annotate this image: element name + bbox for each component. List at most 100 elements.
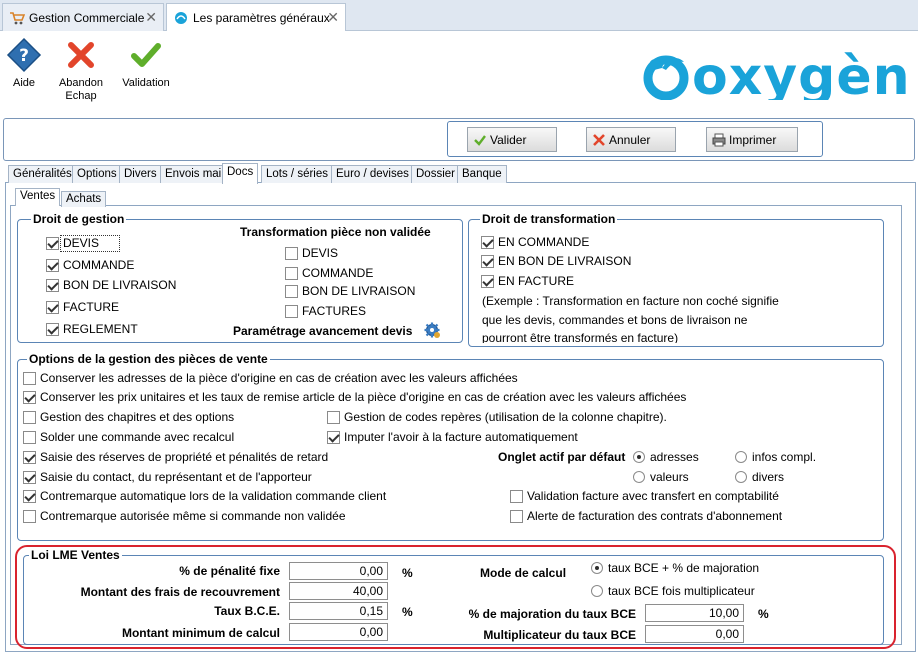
checkbox-box[interactable] bbox=[285, 247, 298, 260]
gear-icon[interactable] bbox=[424, 322, 441, 339]
tab-options[interactable]: Options bbox=[72, 165, 122, 183]
tab-euro-devises[interactable]: Euro / devises bbox=[331, 165, 414, 183]
checkbox-box[interactable] bbox=[46, 259, 59, 272]
onglet-actif-label: Onglet actif par défaut bbox=[498, 450, 626, 464]
checkbox-label: Validation facture avec transfert en com… bbox=[527, 489, 779, 503]
tab-banque[interactable]: Banque bbox=[457, 165, 507, 183]
checkbox-box[interactable] bbox=[481, 275, 494, 288]
aide-label: Aide bbox=[12, 77, 36, 89]
checkbox-label: Alerte de facturation des contrats d'abo… bbox=[527, 509, 783, 523]
checkbox-box[interactable] bbox=[23, 372, 36, 385]
checkbox-box[interactable] bbox=[23, 451, 36, 464]
tab-docs[interactable]: Docs bbox=[222, 163, 259, 184]
checkbox-label: Contremarque automatique lors de la vali… bbox=[40, 489, 387, 503]
subtab-achats[interactable]: Achats bbox=[61, 191, 107, 207]
close-tab-icon[interactable]: ✕ bbox=[327, 9, 339, 26]
radio-adresses-label: adresses bbox=[650, 450, 699, 464]
transformation-non-validee-title: Transformation pièce non validée bbox=[240, 225, 431, 239]
abandon-button[interactable]: Abandon Echap bbox=[56, 37, 106, 103]
tab-generalites[interactable]: Généralités bbox=[8, 165, 77, 183]
cancel-x-icon bbox=[68, 42, 94, 68]
checkbox-box[interactable] bbox=[327, 411, 340, 424]
frais-recouvrement-input[interactable]: 40,00 bbox=[289, 582, 388, 600]
printer-icon bbox=[712, 133, 726, 147]
radio-valeurs-label: valeurs bbox=[650, 470, 689, 484]
subtab-ventes[interactable]: Ventes bbox=[15, 188, 61, 206]
tab-envois-mail[interactable]: Envois mail bbox=[160, 165, 229, 183]
valider-label: Valider bbox=[490, 133, 527, 147]
percent-sign: % bbox=[402, 566, 413, 580]
doc-tab-gestion-commerciale[interactable]: Gestion Commerciale ✕ bbox=[2, 3, 164, 31]
radio-divers[interactable] bbox=[735, 471, 747, 483]
checkbox-box[interactable] bbox=[46, 279, 59, 292]
checkbox-label: Gestion de codes repères (utilisation de… bbox=[344, 410, 667, 424]
tab-divers[interactable]: Divers bbox=[119, 165, 162, 183]
tab-dossier[interactable]: Dossier bbox=[411, 165, 460, 183]
checkbox-box[interactable] bbox=[285, 267, 298, 280]
radio-infos-compl[interactable] bbox=[735, 451, 747, 463]
checkbox-box[interactable] bbox=[46, 237, 59, 250]
checkbox-label: COMMANDE bbox=[302, 266, 374, 280]
checkbox-label: COMMANDE bbox=[63, 258, 135, 272]
radio-adresses[interactable] bbox=[633, 451, 645, 463]
imprimer-button[interactable]: Imprimer bbox=[706, 127, 798, 152]
focus-indicator bbox=[60, 235, 120, 252]
checkbox-label: Contremarque autorisée même si commande … bbox=[40, 509, 346, 523]
svg-text:?: ? bbox=[19, 46, 29, 66]
abandon-label-1: Abandon bbox=[58, 77, 104, 89]
majoration-taux-input[interactable]: 10,00 bbox=[645, 604, 744, 622]
multiplicateur-label: Multiplicateur du taux BCE bbox=[483, 628, 636, 642]
checkbox-box[interactable] bbox=[510, 510, 523, 523]
radio-taux-fois-multiplicateur-label: taux BCE fois multiplicateur bbox=[608, 584, 755, 598]
checkbox-box[interactable] bbox=[285, 285, 298, 298]
checkmark-icon bbox=[131, 43, 161, 67]
logo-text: oxygène bbox=[692, 48, 908, 100]
taux-bce-input[interactable]: 0,15 bbox=[289, 602, 388, 620]
percent-sign: % bbox=[402, 605, 413, 619]
valider-button[interactable]: Valider bbox=[467, 127, 557, 152]
checkbox-box[interactable] bbox=[510, 490, 523, 503]
checkbox-label: FACTURES bbox=[302, 304, 367, 318]
mode-calcul-label: Mode de calcul bbox=[480, 566, 567, 580]
imprimer-label: Imprimer bbox=[729, 133, 777, 147]
tab-lots-series[interactable]: Lots / séries bbox=[261, 165, 333, 183]
radio-taux-plus-majoration[interactable] bbox=[591, 562, 603, 574]
annuler-label: Annuler bbox=[609, 133, 651, 147]
doc-tab-parametres-generaux[interactable]: Les paramètres généraux ✕ bbox=[166, 3, 346, 32]
checkbox-label: Saisie des réserves de propriété et péna… bbox=[40, 450, 329, 464]
penalite-fixe-input[interactable]: 0,00 bbox=[289, 562, 388, 580]
radio-valeurs[interactable] bbox=[633, 471, 645, 483]
checkbox-box[interactable] bbox=[23, 471, 36, 484]
document-tab-bar: Gestion Commerciale ✕ Les paramètres gén… bbox=[0, 0, 918, 32]
aide-button[interactable]: ? Aide bbox=[4, 37, 44, 90]
radio-taux-plus-majoration-label: taux BCE + % de majoration bbox=[608, 561, 760, 575]
checkbox-box[interactable] bbox=[46, 301, 59, 314]
checkbox-box[interactable] bbox=[23, 411, 36, 424]
checkbox-box[interactable] bbox=[327, 431, 340, 444]
annuler-button[interactable]: Annuler bbox=[586, 127, 676, 152]
close-tab-icon[interactable]: ✕ bbox=[145, 9, 157, 26]
checkbox-label: BON DE LIVRAISON bbox=[302, 284, 416, 298]
checkbox-label: Saisie du contact, du représentant et de… bbox=[40, 470, 312, 484]
checkbox-box[interactable] bbox=[23, 431, 36, 444]
checkbox-box[interactable] bbox=[481, 255, 494, 268]
checkbox-box[interactable] bbox=[23, 510, 36, 523]
options-pieces-vente-title: Options de la gestion des pièces de vent… bbox=[27, 352, 270, 366]
multiplicateur-input[interactable]: 0,00 bbox=[645, 625, 744, 643]
majoration-taux-label: % de majoration du taux BCE bbox=[468, 607, 636, 621]
checkbox-box[interactable] bbox=[23, 391, 36, 404]
checkbox-box[interactable] bbox=[481, 236, 494, 249]
radio-taux-fois-multiplicateur[interactable] bbox=[591, 585, 603, 597]
checkbox-label: Gestion des chapitres et des options bbox=[40, 410, 235, 424]
checkbox-box[interactable] bbox=[23, 490, 36, 503]
validation-button[interactable]: Validation bbox=[120, 37, 172, 90]
droit-transformation-title: Droit de transformation bbox=[480, 212, 618, 226]
montant-minimum-input[interactable]: 0,00 bbox=[289, 623, 388, 641]
abandon-label-2: Echap bbox=[65, 90, 97, 102]
radio-infos-compl-label: infos compl. bbox=[752, 450, 817, 464]
frais-recouvrement-label: Montant des frais de recouvrement bbox=[80, 585, 280, 599]
oxygene-logo: oxygène bbox=[640, 47, 918, 107]
checkmark-icon bbox=[474, 135, 486, 146]
checkbox-box[interactable] bbox=[46, 323, 59, 336]
checkbox-box[interactable] bbox=[285, 305, 298, 318]
